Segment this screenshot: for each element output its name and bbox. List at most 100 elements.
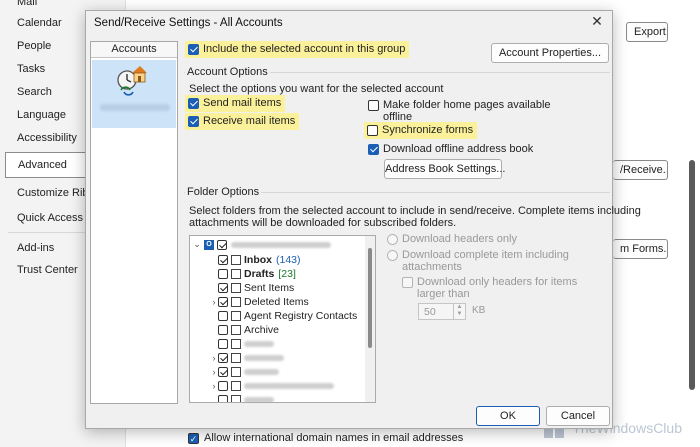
download-address-book-option[interactable]: Download offline address book [368, 143, 533, 155]
sidebar-item-quick-access[interactable]: Quick Access T [17, 212, 93, 224]
sent-items-checkbox[interactable] [218, 282, 228, 293]
sidebar-item-accessibility[interactable]: Accessibility [17, 132, 77, 144]
sidebar-item-trust-center[interactable]: Trust Center [17, 264, 78, 276]
synchronize-forms-label: Synchronize forms [382, 124, 474, 136]
chevron-right-icon[interactable]: › [210, 367, 218, 377]
send-mail-checkbox[interactable] [188, 98, 199, 109]
sidebar-item-language[interactable]: Language [17, 109, 66, 121]
tree-row-account[interactable]: ⌄ O [193, 238, 331, 251]
agent-registry-checkbox[interactable] [218, 310, 228, 321]
account-checkbox[interactable] [217, 239, 227, 250]
accounts-header: Accounts [91, 42, 177, 58]
deleted-items-checkbox[interactable] [218, 296, 228, 307]
folder-checkbox[interactable] [218, 338, 228, 349]
archive-checkbox[interactable] [218, 324, 228, 335]
export-button[interactable]: Export [626, 22, 668, 42]
agent-registry-label: Agent Registry Contacts [244, 309, 358, 322]
synchronize-forms-option[interactable]: Synchronize forms [364, 122, 478, 139]
chevron-right-icon[interactable]: › [210, 381, 218, 391]
folder-checkbox[interactable] [218, 394, 228, 402]
folder-icon [231, 380, 241, 391]
tree-row-deleted-items[interactable]: › Deleted Items [210, 295, 309, 308]
download-complete-label-line2: attachments [402, 261, 462, 273]
inbox-checkbox[interactable] [218, 254, 228, 265]
contacts-icon [231, 366, 241, 377]
tree-row-agent-registry[interactable]: Agent Registry Contacts [210, 309, 357, 322]
folder-name-redacted [244, 340, 274, 347]
folder-checkbox[interactable] [218, 380, 228, 391]
chevron-right-icon[interactable]: › [210, 297, 218, 307]
sidebar-item-customize-ribbon[interactable]: Customize Ribb [17, 187, 95, 199]
address-book-settings-button[interactable]: Address Book Settings... [384, 159, 505, 179]
close-icon[interactable]: ✕ [590, 14, 604, 28]
international-domain-option[interactable]: ✓ Allow international domain names in em… [188, 432, 463, 444]
send-receive-button[interactable]: /Receive... [613, 160, 668, 180]
drafts-folder-icon [231, 268, 241, 279]
send-mail-option[interactable]: Send mail items [185, 95, 286, 112]
sidebar-item-calendar[interactable]: Calendar [17, 17, 62, 29]
tree-row-redacted[interactable]: › [210, 379, 334, 392]
include-account-option[interactable]: Include the selected account in this gro… [185, 41, 410, 58]
folder-checkbox[interactable] [218, 352, 228, 363]
download-only-headers-checkbox[interactable] [402, 277, 413, 288]
sidebar-item-tasks[interactable]: Tasks [17, 63, 45, 75]
tree-scrollbar[interactable] [365, 236, 375, 402]
size-unit-label: KB [472, 305, 486, 316]
download-only-headers-option[interactable]: Download only headers for items larger t… [402, 276, 577, 300]
tree-row-redacted[interactable]: › [210, 351, 284, 364]
international-domain-label: Allow international domain names in emai… [204, 432, 464, 444]
drafts-checkbox[interactable] [218, 268, 228, 279]
account-item[interactable] [92, 60, 176, 128]
make-folder-home-option[interactable]: Make folder home pages available offline [368, 99, 551, 123]
ok-button[interactable]: OK [476, 406, 540, 426]
sidebar-item-people[interactable]: People [17, 40, 51, 52]
cancel-button[interactable]: Cancel [546, 406, 610, 426]
receive-mail-label: Receive mail items [203, 115, 296, 127]
stepper-arrows-icon[interactable]: ▲ ▼ [453, 304, 465, 319]
include-account-checkbox[interactable] [188, 44, 199, 55]
folder-tree[interactable]: ⌄ O Inbox (143) Drafts [23] Sent Items › [189, 235, 376, 403]
download-complete-radio[interactable] [387, 250, 398, 261]
tree-row-inbox[interactable]: Inbox (143) [210, 253, 301, 266]
make-folder-home-checkbox[interactable] [368, 100, 379, 111]
custom-forms-button[interactable]: m Forms... [613, 239, 668, 259]
download-headers-radio[interactable] [387, 234, 398, 245]
folder-checkbox[interactable] [218, 366, 228, 377]
download-only-headers-label-line1: Download only headers for items [417, 276, 578, 288]
size-limit-stepper[interactable]: 50 ▲ ▼ [418, 303, 466, 320]
tree-row-redacted[interactable] [210, 393, 274, 402]
tree-row-sent-items[interactable]: Sent Items [210, 281, 294, 294]
folder-options-description-line2: attachments will be downloaded for subsc… [189, 217, 457, 229]
folder-icon [231, 394, 241, 402]
download-complete-option[interactable]: Download complete item including attachm… [387, 249, 569, 273]
sidebar-item-mail[interactable]: Mail [17, 0, 37, 8]
drafts-count: [23] [278, 267, 296, 280]
account-properties-button[interactable]: Account Properties... [491, 43, 609, 63]
download-headers-only-option[interactable]: Download headers only [387, 233, 517, 245]
tree-row-redacted[interactable]: › [210, 365, 279, 378]
download-address-book-checkbox[interactable] [368, 144, 379, 155]
folder-icon [231, 338, 241, 349]
receive-mail-checkbox[interactable] [188, 116, 199, 127]
download-address-book-label: Download offline address book [383, 143, 534, 155]
account-name-redacted [100, 104, 170, 111]
deleted-items-label: Deleted Items [244, 295, 309, 308]
sidebar-item-add-ins[interactable]: Add-ins [17, 242, 54, 254]
tree-row-archive[interactable]: Archive [210, 323, 279, 336]
sidebar-item-search[interactable]: Search [17, 86, 52, 98]
inbox-label: Inbox [244, 253, 272, 266]
receive-mail-option[interactable]: Receive mail items [185, 113, 300, 130]
archive-label: Archive [244, 323, 280, 336]
send-mail-label: Send mail items [203, 97, 282, 109]
tree-row-drafts[interactable]: Drafts [23] [210, 267, 296, 280]
folder-name-redacted [244, 396, 274, 402]
dialog-title: Send/Receive Settings - All Accounts [94, 17, 283, 29]
folder-name-redacted [244, 382, 334, 389]
synchronize-forms-checkbox[interactable] [367, 125, 378, 136]
trash-icon [231, 296, 241, 307]
tree-row-redacted[interactable] [210, 337, 274, 350]
chevron-right-icon[interactable]: › [210, 353, 218, 363]
checkbox-icon: ✓ [188, 433, 199, 444]
chevron-down-icon[interactable]: ⌄ [193, 239, 201, 250]
options-scrollbar[interactable] [689, 160, 695, 390]
